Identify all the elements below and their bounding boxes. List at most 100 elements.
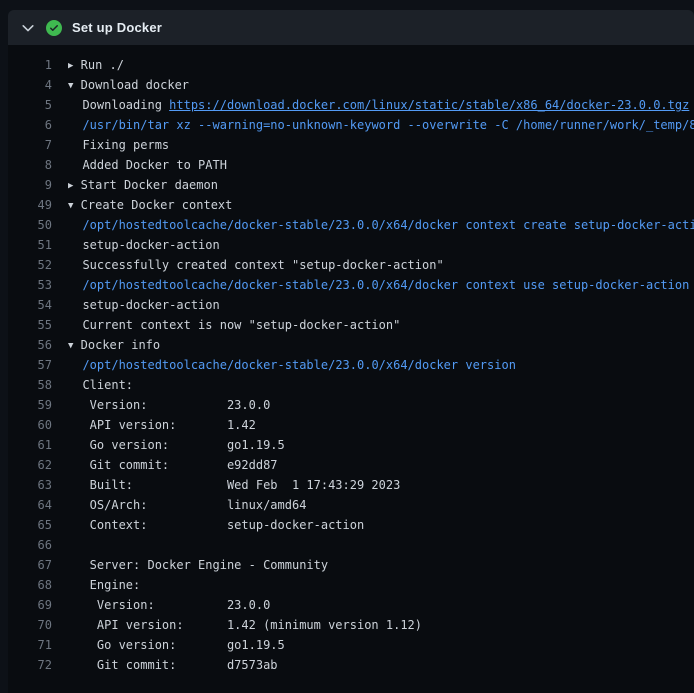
line-number[interactable]: 69 bbox=[8, 595, 52, 615]
chevron-down-icon[interactable] bbox=[20, 20, 36, 36]
line-content bbox=[52, 535, 68, 555]
line-number[interactable]: 58 bbox=[8, 375, 52, 395]
log-group-line[interactable]: 4▼ Download docker bbox=[8, 75, 694, 95]
log-line: 67 Server: Docker Engine - Community bbox=[8, 555, 694, 575]
line-number[interactable]: 9 bbox=[8, 175, 52, 195]
log-line: 65 Context: setup-docker-action bbox=[8, 515, 694, 535]
log-link[interactable]: https://download.docker.com/linux/static… bbox=[169, 98, 689, 112]
line-number[interactable]: 63 bbox=[8, 475, 52, 495]
step-log: 1▶ Run ./4▼ Download docker5 Downloading… bbox=[8, 45, 694, 693]
step-header[interactable]: Set up Docker bbox=[8, 10, 694, 45]
line-number[interactable]: 67 bbox=[8, 555, 52, 575]
line-number[interactable]: 4 bbox=[8, 75, 52, 95]
log-text: Download docker bbox=[73, 78, 189, 92]
log-text bbox=[68, 278, 82, 292]
log-text: Docker info bbox=[73, 338, 160, 352]
line-number[interactable]: 8 bbox=[8, 155, 52, 175]
line-number[interactable]: 6 bbox=[8, 115, 52, 135]
log-line: 55 Current context is now "setup-docker-… bbox=[8, 315, 694, 335]
log-line: 66 bbox=[8, 535, 694, 555]
log-group-line[interactable]: 56▼ Docker info bbox=[8, 335, 694, 355]
log-line: 59 Version: 23.0.0 bbox=[8, 395, 694, 415]
line-content: API version: 1.42 bbox=[52, 415, 256, 435]
line-number[interactable]: 66 bbox=[8, 535, 52, 555]
line-number[interactable]: 52 bbox=[8, 255, 52, 275]
log-text: Git commit: d7573ab bbox=[68, 658, 278, 672]
line-content: ▼ Download docker bbox=[52, 75, 189, 95]
log-line: 68 Engine: bbox=[8, 575, 694, 595]
log-text: setup-docker-action bbox=[68, 298, 220, 312]
log-line: 50 /opt/hostedtoolcache/docker-stable/23… bbox=[8, 215, 694, 235]
log-command-text: /opt/hostedtoolcache/docker-stable/23.0.… bbox=[82, 358, 515, 372]
log-text: Current context is now "setup-docker-act… bbox=[68, 318, 400, 332]
line-content: /opt/hostedtoolcache/docker-stable/23.0.… bbox=[52, 275, 689, 295]
line-content: Successfully created context "setup-dock… bbox=[52, 255, 444, 275]
line-content: Go version: go1.19.5 bbox=[52, 435, 285, 455]
line-number[interactable]: 65 bbox=[8, 515, 52, 535]
log-text: Version: 23.0.0 bbox=[68, 398, 270, 412]
line-number[interactable]: 55 bbox=[8, 315, 52, 335]
log-line: 72 Git commit: d7573ab bbox=[8, 655, 694, 675]
line-number[interactable]: 7 bbox=[8, 135, 52, 155]
log-group-line[interactable]: 49▼ Create Docker context bbox=[8, 195, 694, 215]
line-content: /opt/hostedtoolcache/docker-stable/23.0.… bbox=[52, 355, 516, 375]
log-text: Engine: bbox=[68, 578, 140, 592]
log-line: 54 setup-docker-action bbox=[8, 295, 694, 315]
log-line: 7 Fixing perms bbox=[8, 135, 694, 155]
line-content: Go version: go1.19.5 bbox=[52, 635, 285, 655]
log-line: 64 OS/Arch: linux/amd64 bbox=[8, 495, 694, 515]
line-content: ▼ Docker info bbox=[52, 335, 160, 355]
line-content: Fixing perms bbox=[52, 135, 169, 155]
log-text: OS/Arch: linux/amd64 bbox=[68, 498, 306, 512]
line-number[interactable]: 60 bbox=[8, 415, 52, 435]
log-line: 57 /opt/hostedtoolcache/docker-stable/23… bbox=[8, 355, 694, 375]
line-number[interactable]: 56 bbox=[8, 335, 52, 355]
log-command-text: /usr/bin/tar xz --warning=no-unknown-key… bbox=[82, 118, 694, 132]
log-line: 61 Go version: go1.19.5 bbox=[8, 435, 694, 455]
step-container: Set up Docker 1▶ Run ./4▼ Download docke… bbox=[8, 10, 694, 693]
line-content: Current context is now "setup-docker-act… bbox=[52, 315, 400, 335]
line-number[interactable]: 64 bbox=[8, 495, 52, 515]
log-text: Run ./ bbox=[73, 58, 124, 72]
line-number[interactable]: 57 bbox=[8, 355, 52, 375]
line-content: setup-docker-action bbox=[52, 295, 220, 315]
line-content: /opt/hostedtoolcache/docker-stable/23.0.… bbox=[52, 215, 694, 235]
line-content: OS/Arch: linux/amd64 bbox=[52, 495, 306, 515]
line-number[interactable]: 49 bbox=[8, 195, 52, 215]
line-number[interactable]: 54 bbox=[8, 295, 52, 315]
line-content: Built: Wed Feb 1 17:43:29 2023 bbox=[52, 475, 400, 495]
line-number[interactable]: 72 bbox=[8, 655, 52, 675]
line-number[interactable]: 70 bbox=[8, 615, 52, 635]
log-text bbox=[68, 118, 82, 132]
log-command-text: /opt/hostedtoolcache/docker-stable/23.0.… bbox=[82, 278, 689, 292]
line-content: API version: 1.42 (minimum version 1.12) bbox=[52, 615, 422, 635]
line-number[interactable]: 1 bbox=[8, 55, 52, 75]
line-number[interactable]: 5 bbox=[8, 95, 52, 115]
log-line: 60 API version: 1.42 bbox=[8, 415, 694, 435]
log-group-line[interactable]: 1▶ Run ./ bbox=[8, 55, 694, 75]
log-command-text: /opt/hostedtoolcache/docker-stable/23.0.… bbox=[82, 218, 694, 232]
line-number[interactable]: 62 bbox=[8, 455, 52, 475]
log-text: Fixing perms bbox=[68, 138, 169, 152]
line-number[interactable]: 61 bbox=[8, 435, 52, 455]
line-number[interactable]: 68 bbox=[8, 575, 52, 595]
log-line: 70 API version: 1.42 (minimum version 1.… bbox=[8, 615, 694, 635]
line-content: ▶ Start Docker daemon bbox=[52, 175, 218, 195]
line-content: Context: setup-docker-action bbox=[52, 515, 364, 535]
log-line: 71 Go version: go1.19.5 bbox=[8, 635, 694, 655]
line-content: ▼ Create Docker context bbox=[52, 195, 232, 215]
success-check-icon bbox=[46, 20, 62, 36]
line-number[interactable]: 59 bbox=[8, 395, 52, 415]
line-number[interactable]: 50 bbox=[8, 215, 52, 235]
log-text: Client: bbox=[68, 378, 133, 392]
log-text: Context: setup-docker-action bbox=[68, 518, 364, 532]
line-content: Git commit: d7573ab bbox=[52, 655, 278, 675]
line-content: Client: bbox=[52, 375, 133, 395]
line-content: Version: 23.0.0 bbox=[52, 595, 270, 615]
log-line: 52 Successfully created context "setup-d… bbox=[8, 255, 694, 275]
line-number[interactable]: 51 bbox=[8, 235, 52, 255]
line-number[interactable]: 71 bbox=[8, 635, 52, 655]
log-group-line[interactable]: 9▶ Start Docker daemon bbox=[8, 175, 694, 195]
line-number[interactable]: 53 bbox=[8, 275, 52, 295]
line-content: Engine: bbox=[52, 575, 140, 595]
